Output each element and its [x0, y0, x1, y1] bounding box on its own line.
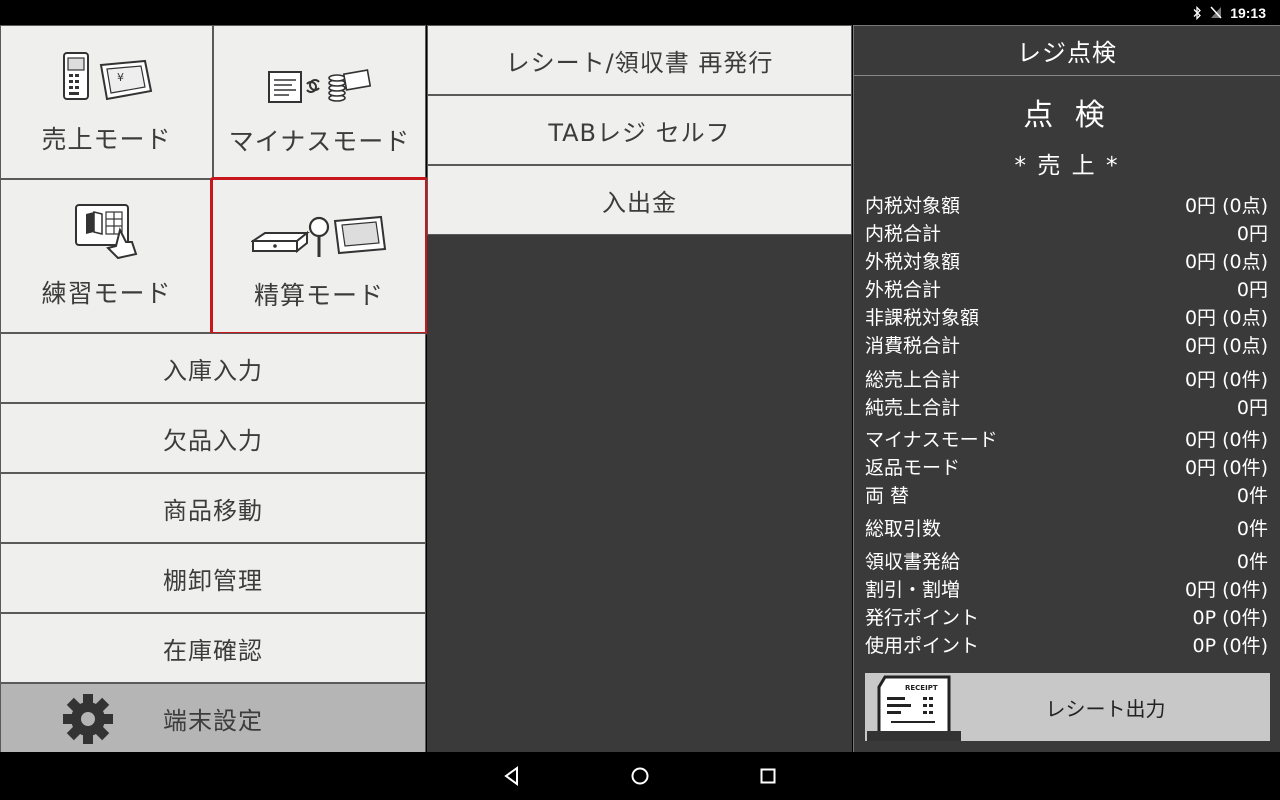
stock-in-button[interactable]: 入庫入力	[0, 333, 426, 403]
row-label: マイナスモード	[865, 428, 998, 451]
tile-label: 練習モード	[41, 279, 172, 308]
row-label: 総売上合計	[865, 368, 961, 391]
recents-icon[interactable]	[756, 764, 780, 788]
panel-title: 点 検	[1023, 98, 1111, 133]
home-icon[interactable]	[628, 764, 652, 788]
row-value: 0円 (0件)	[1184, 578, 1268, 601]
tab-self-button[interactable]: TABレジ セルフ	[427, 95, 852, 165]
row-value: 0円 (0件)	[1184, 368, 1268, 391]
shortage-button[interactable]: 欠品入力	[0, 403, 426, 473]
drawer-inspect-icon	[251, 210, 387, 262]
receipt-print-label: レシート出力	[1045, 696, 1166, 721]
back-icon[interactable]	[500, 764, 524, 788]
row-label: 領収書発給	[865, 550, 961, 573]
row-label: 内税対象額	[865, 194, 961, 217]
panel-subtitle: * 売 上 *	[1014, 153, 1120, 179]
status-bar: 19:13	[0, 0, 1280, 25]
summary-row: 返品モード 0円 (0件)	[865, 453, 1268, 479]
row-value: 0件	[1236, 550, 1268, 573]
panel-header: レジ点検	[854, 26, 1280, 76]
row-label: 内税合計	[865, 222, 942, 245]
row-value: 0円 (0点)	[1184, 194, 1268, 217]
gear-icon	[63, 694, 113, 744]
empty-area	[427, 235, 852, 752]
row-value: 0件	[1236, 517, 1268, 540]
no-signal-icon	[1210, 6, 1222, 19]
row-label: 使用ポイント	[865, 634, 980, 657]
row-value: 0円 (0件)	[1184, 428, 1268, 451]
summary-row: 内税対象額 0円 (0点)	[865, 191, 1268, 217]
minus-mode-tile[interactable]: マイナスモード	[213, 25, 426, 179]
row-label: 割引・割増	[865, 578, 961, 601]
summary-row: 純売上合計 0円	[865, 393, 1268, 419]
row-label: 総取引数	[865, 517, 942, 540]
summary-row: 使用ポイント 0P (0件)	[865, 631, 1268, 657]
summary-row: 領収書発給 0件	[865, 547, 1268, 573]
row-label: 返品モード	[865, 456, 961, 479]
settlement-mode-tile[interactable]: 精算モード	[210, 177, 428, 335]
receipt-printer-icon: RECEIPT	[865, 673, 961, 741]
summary-row: 両 替 0件	[865, 481, 1268, 507]
summary-row: 消費税合計 0円 (0点)	[865, 331, 1268, 357]
row-label: 非課税対象額	[865, 306, 980, 329]
navigation-bar	[0, 752, 1280, 800]
summary-row: 発行ポイント 0P (0件)	[865, 603, 1268, 629]
terminal-settings-button[interactable]: 端末設定	[0, 683, 426, 753]
tile-label: マイナスモード	[228, 127, 411, 156]
row-value: 0円 (0点)	[1184, 306, 1268, 329]
row-label: 純売上合計	[865, 396, 961, 419]
row-value: 0円	[1236, 278, 1268, 301]
receipt-icon-text: RECEIPT	[905, 684, 938, 692]
summary-row: 外税合計 0円	[865, 275, 1268, 301]
receipt-exchange-icon	[267, 64, 373, 108]
row-value: 0円	[1236, 222, 1268, 245]
receipt-print-button[interactable]: RECEIPT レシート出力	[865, 673, 1270, 741]
row-value: 0P (0件)	[1192, 606, 1269, 629]
row-value: 0件	[1236, 484, 1268, 507]
item-transfer-button[interactable]: 商品移動	[0, 473, 426, 543]
svg-text:¥: ¥	[117, 71, 124, 84]
sales-mode-tile[interactable]: ¥ 売上モード	[0, 25, 213, 179]
tile-label: 売上モード	[41, 125, 172, 154]
stock-check-button[interactable]: 在庫確認	[0, 613, 426, 683]
summary-row: 内税合計 0円	[865, 219, 1268, 245]
tile-label: 精算モード	[253, 281, 384, 310]
row-value: 0P (0件)	[1192, 634, 1269, 657]
practice-touch-icon	[72, 202, 142, 260]
row-label: 発行ポイント	[865, 606, 980, 629]
clock: 19:13	[1230, 4, 1266, 21]
bluetooth-icon	[1193, 5, 1202, 20]
practice-mode-tile[interactable]: 練習モード	[0, 179, 213, 333]
summary-row: 総売上合計 0円 (0件)	[865, 365, 1268, 391]
row-label: 外税対象額	[865, 250, 961, 273]
summary-row: 総取引数 0件	[865, 514, 1268, 540]
row-value: 0円 (0点)	[1184, 250, 1268, 273]
register-check-panel: レジ点検 点 検 * 売 上 * 内税対象額 0円 (0点) 内税合計 0円 外税対…	[853, 25, 1280, 752]
row-value: 0円	[1236, 396, 1268, 419]
summary-row: 非課税対象額 0円 (0点)	[865, 303, 1268, 329]
inventory-button[interactable]: 棚卸管理	[0, 543, 426, 613]
receipt-reissue-button[interactable]: レシート/領収書 再発行	[427, 25, 852, 95]
row-label: 外税合計	[865, 278, 942, 301]
cash-in-out-button[interactable]: 入出金	[427, 165, 852, 235]
row-value: 0円 (0点)	[1184, 334, 1268, 357]
cash-register-icon: ¥	[61, 48, 153, 106]
row-label: 両 替	[865, 484, 910, 507]
row-value: 0円 (0件)	[1184, 456, 1268, 479]
summary-row: 割引・割増 0円 (0件)	[865, 575, 1268, 601]
row-label: 消費税合計	[865, 334, 961, 357]
summary-row: マイナスモード 0円 (0件)	[865, 425, 1268, 451]
terminal-settings-label: 端末設定	[163, 706, 263, 735]
summary-row: 外税対象額 0円 (0点)	[865, 247, 1268, 273]
